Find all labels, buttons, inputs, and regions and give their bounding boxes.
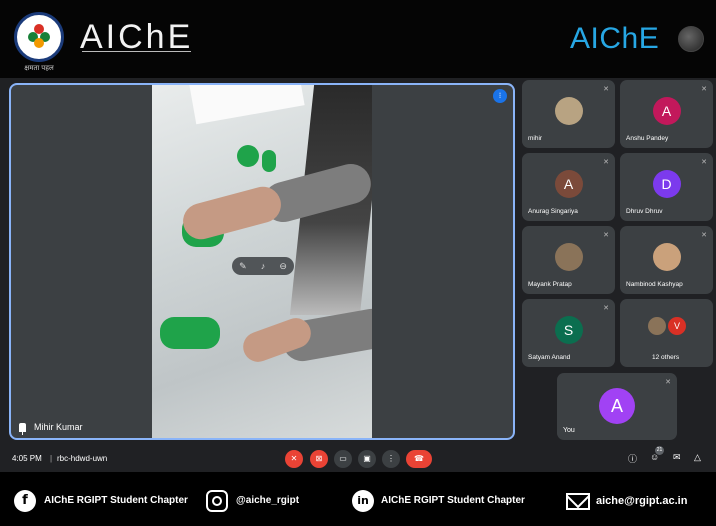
mic-off-icon: ✕ xyxy=(701,232,707,239)
more-options-button[interactable]: ⋮ xyxy=(382,450,400,468)
brand-title-right: AIChE xyxy=(570,22,660,55)
mic-off-icon[interactable]: ♪ xyxy=(261,261,266,271)
facebook-icon: f xyxy=(14,490,36,512)
mic-off-icon: ✕ xyxy=(603,305,609,312)
camera-toggle-button[interactable]: ⊠ xyxy=(310,450,328,468)
avatar xyxy=(648,317,666,335)
separator: | xyxy=(50,454,53,463)
main-participant-label: Mihir Kumar xyxy=(19,422,83,435)
mic-off-icon: ✕ xyxy=(665,379,671,386)
participant-name: Satyam Anand xyxy=(528,354,571,361)
avatar: A xyxy=(599,388,635,424)
avatar xyxy=(652,243,681,271)
participant-tile[interactable]: ✕ A Anurag Singariya xyxy=(522,153,615,221)
participant-tile[interactable]: ✕ Mayank Pratap xyxy=(522,226,615,294)
linkedin-handle: AIChE RGIPT Student Chapter xyxy=(381,495,525,506)
pin-icon[interactable] xyxy=(19,422,26,435)
mail-icon xyxy=(566,493,590,510)
meeting-control-bar: 4:05 PM | rbc-hdwd-uwn ✕ ⊠ ▭ ▣ ⋮ ☎ ⓘ ☺ 2… xyxy=(0,446,716,472)
participant-name: mihir xyxy=(528,135,543,142)
others-count: 12 others xyxy=(652,354,680,361)
linkedin-icon: in xyxy=(352,490,374,512)
speaking-indicator-icon: ⁝ xyxy=(493,89,507,103)
top-banner: क्षमता पहल AIChE AIChE xyxy=(0,0,716,78)
video-bottle xyxy=(160,317,220,349)
social-footer: f AIChE RGIPT Student Chapter @aiche_rgi… xyxy=(0,472,716,526)
rgipt-logo xyxy=(14,12,64,62)
video-paper xyxy=(189,85,305,125)
mic-off-icon: ✕ xyxy=(603,159,609,166)
pin-icon[interactable]: ✎ xyxy=(239,261,247,272)
end-call-button[interactable]: ☎ xyxy=(406,450,432,468)
mic-off-icon: ✕ xyxy=(603,232,609,239)
avatar: D xyxy=(652,170,681,198)
logo-caption: क्षमता पहल xyxy=(24,65,54,72)
captions-button[interactable]: ▭ xyxy=(334,450,352,468)
participant-tile[interactable]: ✕ D Dhruv Dhruv xyxy=(620,153,713,221)
facebook-handle: AIChE RGIPT Student Chapter xyxy=(44,495,188,506)
participant-tile[interactable]: ✕ Nambinod Kashyap xyxy=(620,226,713,294)
others-tile[interactable]: V 12 others xyxy=(620,299,713,367)
brand-title-left: AIChE xyxy=(80,18,193,57)
activities-icon[interactable]: △ xyxy=(694,452,701,463)
meeting-time: 4:05 PM xyxy=(12,454,42,463)
participant-name: Anshu Pandey xyxy=(626,135,669,142)
mic-toggle-button[interactable]: ✕ xyxy=(285,450,303,468)
self-view-tile[interactable]: ✕ A You xyxy=(557,373,677,440)
instagram-lens xyxy=(212,496,222,506)
chat-icon[interactable]: ✉ xyxy=(673,452,681,463)
avatar xyxy=(554,97,583,125)
participant-tile[interactable]: ✕ mihir xyxy=(522,80,615,148)
present-button[interactable]: ▣ xyxy=(358,450,376,468)
video-hand xyxy=(179,182,285,244)
tile-hover-controls[interactable]: ✎ ♪ ⊖ xyxy=(232,257,294,275)
brand-underline xyxy=(82,51,192,52)
participant-tile[interactable]: ✕ A Anshu Pandey xyxy=(620,80,713,148)
globe-icon xyxy=(678,26,704,52)
self-name: You xyxy=(563,427,575,434)
avatar xyxy=(554,243,583,271)
mic-off-icon: ✕ xyxy=(701,159,707,166)
main-participant-name: Mihir Kumar xyxy=(34,422,83,432)
avatar: V xyxy=(668,317,686,335)
main-video-tile[interactable]: ✎ ♪ ⊖ ⁝ Mihir Kumar xyxy=(9,83,515,440)
mic-off-icon: ✕ xyxy=(603,86,609,93)
more-icon[interactable]: ⊖ xyxy=(279,261,287,272)
main-video-feed: ✎ ♪ ⊖ xyxy=(152,85,372,438)
screen: क्षमता पहल AIChE AIChE ✎ ♪ ⊖ ⁝ Mihir Kum… xyxy=(0,0,716,526)
instagram-icon xyxy=(206,490,228,512)
participant-count-badge: 21 xyxy=(655,446,664,455)
participant-name: Anurag Singariya xyxy=(528,208,578,215)
avatar: A xyxy=(554,170,583,198)
video-bottle xyxy=(262,150,276,172)
leaf-emblem-icon xyxy=(28,24,50,48)
participant-tile[interactable]: ✕ S Satyam Anand xyxy=(522,299,615,367)
participant-name: Mayank Pratap xyxy=(528,281,572,288)
meeting-code: rbc-hdwd-uwn xyxy=(57,454,108,463)
participant-name: Dhruv Dhruv xyxy=(626,208,663,215)
email-address: aiche@rgipt.ac.in xyxy=(596,495,688,507)
info-icon[interactable]: ⓘ xyxy=(628,452,637,465)
participant-name: Nambinod Kashyap xyxy=(626,281,683,288)
video-bottle xyxy=(237,145,259,167)
instagram-handle: @aiche_rgipt xyxy=(236,495,300,506)
avatar: S xyxy=(554,316,583,344)
meeting-area: ✎ ♪ ⊖ ⁝ Mihir Kumar ✕ mihir ✕ A Anshu Pa… xyxy=(0,78,716,472)
mic-off-icon: ✕ xyxy=(701,86,707,93)
avatar: A xyxy=(652,97,681,125)
